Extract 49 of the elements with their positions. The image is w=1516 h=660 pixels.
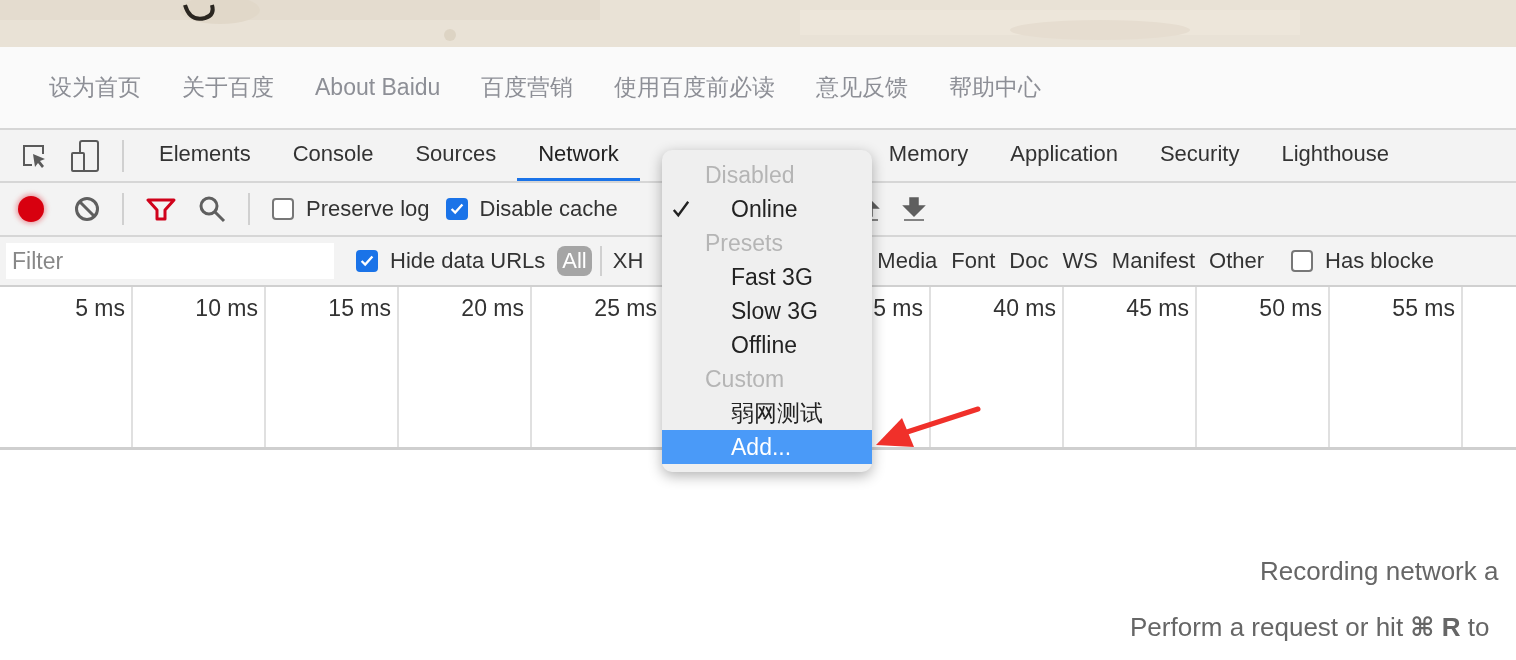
- type-filter[interactable]: XH: [607, 246, 649, 276]
- time-tick-label: 20 ms: [461, 295, 524, 322]
- time-tick-label: 45 ms: [1126, 295, 1189, 322]
- filter-icon[interactable]: [146, 197, 176, 221]
- type-filter[interactable]: Font: [946, 246, 1001, 276]
- type-filter[interactable]: Manifest: [1106, 246, 1200, 276]
- type-filter[interactable]: WS: [1057, 246, 1103, 276]
- time-tick-label: 25 ms: [594, 295, 657, 322]
- time-tick-label: 15 ms: [328, 295, 391, 322]
- type-filter[interactable]: Other: [1204, 246, 1270, 276]
- filter-field[interactable]: Filter: [6, 243, 334, 279]
- checkbox-label: Hide data URLs: [390, 248, 546, 274]
- record-button[interactable]: [18, 196, 44, 222]
- checkbox[interactable]: [272, 198, 294, 220]
- menu-item[interactable]: Fast 3G: [662, 260, 872, 294]
- time-tick-label: 40 ms: [993, 295, 1056, 322]
- panel-tab[interactable]: Sources: [394, 130, 518, 181]
- time-tick-label: 55 ms: [1392, 295, 1455, 322]
- menu-group-header: Presets: [704, 229, 784, 258]
- menu-item[interactable]: Online: [662, 192, 872, 226]
- checkbox[interactable]: [445, 198, 468, 220]
- checkbox-label: Preserve log: [306, 196, 430, 222]
- menu-group-header: Custom: [704, 365, 786, 394]
- type-filter[interactable]: Doc: [1004, 246, 1054, 276]
- empty-state-hint: Perform a request or hit ⌘ R to: [1130, 612, 1490, 643]
- checkbox[interactable]: [1291, 250, 1314, 272]
- time-tick-label: 5 ms: [873, 295, 923, 322]
- menu-item[interactable]: 弱网测试: [662, 396, 872, 430]
- empty-state-text: Recording network a: [1260, 556, 1499, 587]
- menu-group-header: Disabled: [704, 161, 796, 190]
- time-tick-label: 10 ms: [195, 295, 258, 322]
- time-tick-label: 5 ms: [75, 295, 125, 322]
- search-icon[interactable]: [198, 195, 226, 223]
- panel-tab[interactable]: Lighthouse: [1260, 130, 1411, 181]
- panel-tab[interactable]: Memory: [867, 130, 990, 181]
- panel-tab[interactable]: Console: [271, 130, 395, 181]
- device-toggle-icon[interactable]: [70, 138, 100, 173]
- menu-item[interactable]: Slow 3G: [662, 294, 872, 328]
- panel-tab[interactable]: Elements: [138, 130, 272, 181]
- panel-tab[interactable]: Security: [1138, 130, 1261, 181]
- checkbox[interactable]: [356, 250, 378, 272]
- checkbox-label: Disable cache: [479, 196, 618, 222]
- download-icon[interactable]: [901, 196, 926, 222]
- clear-icon[interactable]: [74, 196, 100, 222]
- panel-tab[interactable]: Application: [989, 130, 1139, 181]
- checkbox-label: Has blocke: [1325, 248, 1434, 274]
- type-filter[interactable]: Media: [872, 246, 943, 276]
- time-tick-label: 50 ms: [1259, 295, 1322, 322]
- menu-item[interactable]: Offline: [662, 328, 872, 362]
